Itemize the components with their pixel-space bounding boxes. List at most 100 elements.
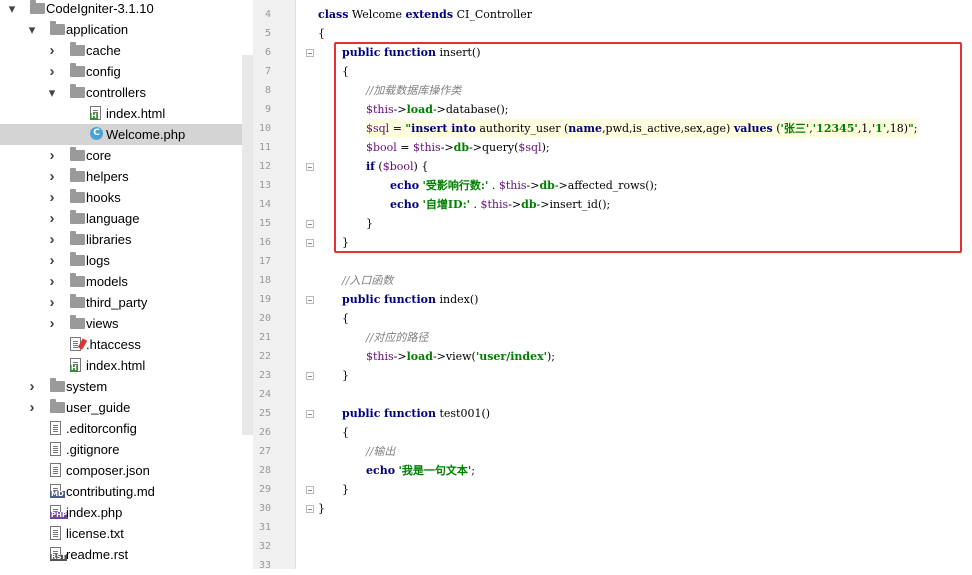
tree-file[interactable]: Hindex.html — [0, 103, 242, 124]
chevron-right-icon[interactable] — [47, 313, 57, 334]
fold-toggle-icon[interactable] — [306, 410, 314, 418]
tree-file[interactable]: .htaccess — [0, 334, 242, 355]
tree-item-label: .gitignore — [66, 442, 120, 457]
tree-item-label: application — [66, 22, 129, 37]
tree-folder[interactable]: system — [0, 376, 242, 397]
tree-item-label: logs — [86, 253, 110, 268]
tree-folder[interactable]: views — [0, 313, 242, 334]
line-number: 11 — [258, 142, 271, 153]
tree-folder[interactable]: user_guide — [0, 397, 242, 418]
fold-toggle-icon[interactable] — [306, 49, 314, 57]
tree-file[interactable]: RST readme.rst — [0, 544, 242, 565]
tree-item-label: contributing.md — [66, 484, 155, 499]
chevron-down-icon[interactable] — [27, 19, 37, 40]
folder-icon — [50, 399, 65, 413]
php-class-file-icon: C — [90, 127, 105, 141]
code-token: test001() — [435, 407, 491, 420]
code-line[interactable]: class Welcome extends CI_Controller — [318, 5, 532, 24]
markdown-file-icon: MD — [50, 484, 65, 498]
fold-toggle-icon[interactable] — [306, 239, 314, 247]
line-number: 8 — [264, 85, 271, 96]
fold-toggle-icon[interactable] — [306, 296, 314, 304]
tree-file[interactable]: .gitignore — [0, 439, 242, 460]
tree-folder[interactable]: controllers — [0, 82, 242, 103]
code-line[interactable]: $this->load->view('user/index'); — [366, 347, 555, 366]
tree-folder[interactable]: helpers — [0, 166, 242, 187]
tree-file[interactable]: MD contributing.md — [0, 481, 242, 502]
text-file-icon — [50, 526, 65, 540]
chevron-right-icon[interactable] — [47, 145, 57, 166]
code-token: index() — [435, 293, 479, 306]
tree-file[interactable]: .editorconfig — [0, 418, 242, 439]
chevron-right-icon[interactable] — [47, 166, 57, 187]
line-number: 17 — [258, 256, 271, 267]
rst-file-icon: RST — [50, 547, 68, 561]
code-line[interactable]: } — [342, 480, 349, 499]
code-token: //入口函数 — [342, 274, 394, 287]
code-token: $this — [366, 350, 394, 363]
chevron-right-icon[interactable] — [27, 376, 37, 397]
tree-item-label: controllers — [86, 85, 146, 100]
fold-toggle-icon[interactable] — [306, 163, 314, 171]
tree-file[interactable]: C Welcome.php — [0, 124, 253, 145]
folder-icon — [70, 63, 85, 77]
fold-toggle-icon[interactable] — [306, 220, 314, 228]
chevron-right-icon[interactable] — [47, 208, 57, 229]
tree-folder[interactable]: CodeIgniter-3.1.10 — [0, 0, 242, 19]
chevron-down-icon[interactable] — [47, 82, 57, 103]
folder-icon — [50, 21, 65, 35]
code-line[interactable]: public function test001() — [342, 404, 490, 423]
code-line[interactable]: } — [318, 499, 325, 518]
code-line[interactable]: { — [342, 423, 349, 442]
tree-item-label: user_guide — [66, 400, 131, 415]
tree-scrollbar[interactable] — [242, 55, 253, 435]
code-token: public — [342, 407, 381, 420]
tree-folder[interactable]: libraries — [0, 229, 242, 250]
tree-folder[interactable]: third_party — [0, 292, 242, 313]
code-token: //输出 — [366, 445, 396, 458]
fold-toggle-icon[interactable] — [306, 372, 314, 380]
chevron-right-icon[interactable] — [47, 271, 57, 292]
tree-file[interactable]: composer.json — [0, 460, 242, 481]
line-number: 22 — [258, 351, 271, 362]
code-line[interactable]: } — [342, 366, 349, 385]
tree-folder[interactable]: application — [0, 19, 242, 40]
code-line[interactable]: //对应的路径 — [366, 328, 428, 347]
code-line[interactable]: //入口函数 — [342, 271, 393, 290]
tree-folder[interactable]: models — [0, 271, 242, 292]
chevron-down-icon[interactable] — [7, 0, 17, 19]
fold-toggle-icon[interactable] — [306, 486, 314, 494]
code-line[interactable]: { — [342, 309, 349, 328]
tree-file[interactable]: PHP index.php — [0, 502, 242, 523]
code-token: { — [342, 426, 349, 439]
tree-folder[interactable]: hooks — [0, 187, 242, 208]
code-line[interactable]: { — [318, 24, 325, 43]
line-number: 27 — [258, 446, 271, 457]
fold-toggle-icon[interactable] — [306, 505, 314, 513]
tree-item-label: core — [86, 148, 112, 163]
line-number: 18 — [258, 275, 271, 286]
line-number: 31 — [258, 522, 271, 533]
tree-file[interactable]: license.txt — [0, 523, 242, 544]
chevron-right-icon[interactable] — [27, 397, 37, 418]
chevron-right-icon[interactable] — [47, 250, 57, 271]
chevron-right-icon[interactable] — [47, 61, 57, 82]
code-line[interactable]: public function index() — [342, 290, 478, 309]
code-line[interactable]: //输出 — [366, 442, 395, 461]
tree-folder[interactable]: language — [0, 208, 242, 229]
chevron-right-icon[interactable] — [47, 292, 57, 313]
tree-folder[interactable]: cache — [0, 40, 242, 61]
tree-folder[interactable]: core — [0, 145, 242, 166]
code-token: ; — [471, 464, 475, 477]
line-number: 33 — [258, 560, 271, 571]
chevron-right-icon[interactable] — [47, 187, 57, 208]
tree-item-label: hooks — [86, 190, 121, 205]
tree-folder[interactable]: config — [0, 61, 242, 82]
tree-file[interactable]: Hindex.html — [0, 355, 242, 376]
tree-folder[interactable]: logs — [0, 250, 242, 271]
chevron-right-icon[interactable] — [47, 40, 57, 61]
project-tree: CodeIgniter-3.1.10 application cache config… — [0, 0, 253, 569]
code-token: { — [342, 312, 349, 325]
code-line[interactable]: echo '我是一句文本'; — [366, 461, 475, 480]
chevron-right-icon[interactable] — [47, 229, 57, 250]
